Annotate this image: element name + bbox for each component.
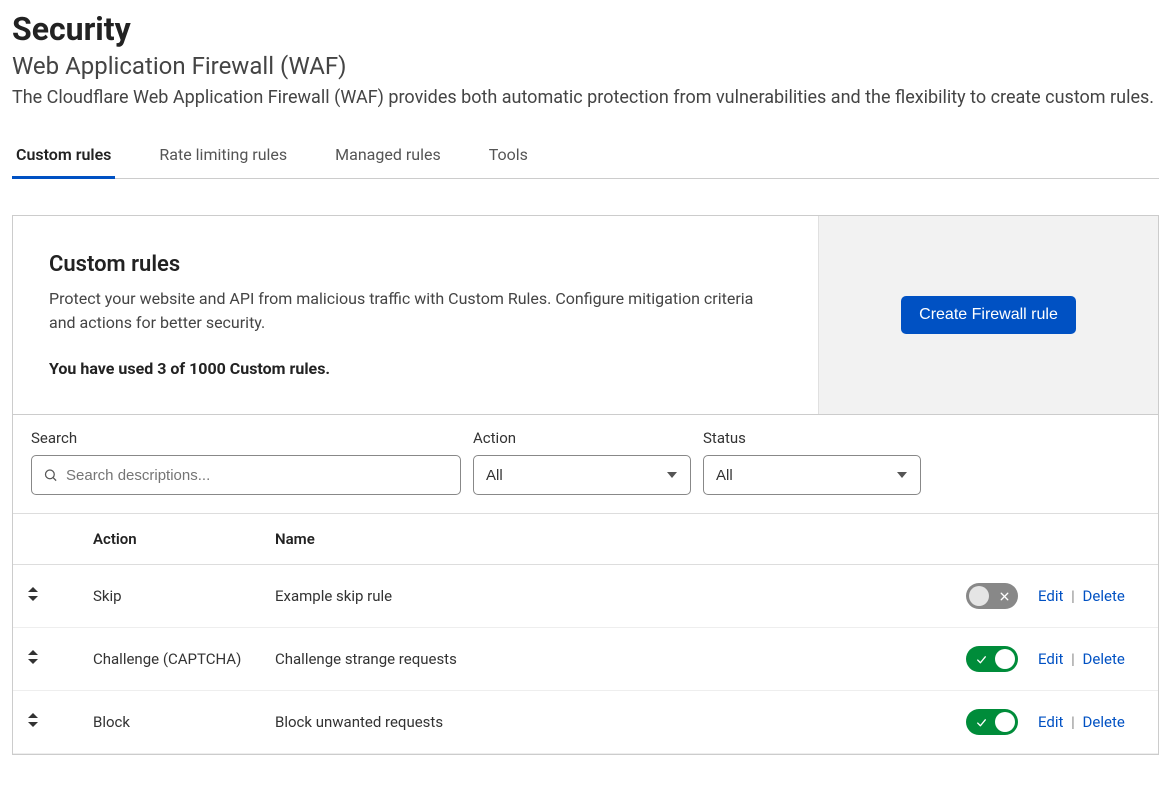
tab-rate-limiting-rules[interactable]: Rate limiting rules	[155, 135, 291, 178]
tabs-nav: Custom rules Rate limiting rules Managed…	[12, 135, 1159, 179]
page-subtitle: Web Application Firewall (WAF)	[12, 52, 1159, 80]
drag-handle-icon[interactable]	[27, 713, 39, 731]
edit-link[interactable]: Edit	[1038, 713, 1063, 731]
table-row: Block Block unwanted requests Edit | Del…	[13, 691, 1158, 754]
delete-link[interactable]: Delete	[1083, 650, 1125, 668]
tab-managed-rules[interactable]: Managed rules	[331, 135, 445, 178]
rules-table: Action Name Skip Example skip rule Edit	[13, 513, 1158, 754]
search-icon	[43, 468, 58, 483]
custom-rules-card: Custom rules Protect your website and AP…	[12, 215, 1159, 755]
delete-link[interactable]: Delete	[1083, 713, 1125, 731]
rule-action: Skip	[49, 565, 265, 628]
drag-handle-icon[interactable]	[27, 587, 39, 605]
edit-link[interactable]: Edit	[1038, 650, 1063, 668]
search-input[interactable]	[31, 455, 461, 495]
rule-name: Challenge strange requests	[265, 628, 956, 691]
rule-action: Challenge (CAPTCHA)	[49, 628, 265, 691]
rule-name: Example skip rule	[265, 565, 956, 628]
status-filter-select[interactable]: All	[703, 455, 921, 495]
check-icon	[971, 712, 991, 732]
usage-text: You have used 3 of 1000 Custom rules.	[49, 359, 782, 378]
rule-toggle[interactable]	[966, 583, 1018, 609]
rule-action: Block	[49, 691, 265, 754]
x-icon	[994, 586, 1014, 606]
check-icon	[971, 649, 991, 669]
column-header-action: Action	[49, 514, 265, 565]
rule-toggle[interactable]	[966, 646, 1018, 672]
status-filter-label: Status	[703, 429, 921, 447]
card-title: Custom rules	[49, 252, 782, 277]
rule-toggle[interactable]	[966, 709, 1018, 735]
table-row: Skip Example skip rule Edit | Delete	[13, 565, 1158, 628]
tab-custom-rules[interactable]: Custom rules	[12, 135, 115, 178]
table-row: Challenge (CAPTCHA) Challenge strange re…	[13, 628, 1158, 691]
tab-tools[interactable]: Tools	[485, 135, 532, 178]
drag-handle-icon[interactable]	[27, 650, 39, 668]
card-description: Protect your website and API from malici…	[49, 287, 769, 335]
rule-name: Block unwanted requests	[265, 691, 956, 754]
create-firewall-rule-button[interactable]: Create Firewall rule	[901, 296, 1076, 334]
action-filter-label: Action	[473, 429, 691, 447]
page-description: The Cloudflare Web Application Firewall …	[12, 84, 1159, 111]
search-label: Search	[31, 429, 461, 447]
column-header-name: Name	[265, 514, 956, 565]
delete-link[interactable]: Delete	[1083, 587, 1125, 605]
page-title: Security	[12, 10, 1159, 48]
action-filter-select[interactable]: All	[473, 455, 691, 495]
edit-link[interactable]: Edit	[1038, 587, 1063, 605]
